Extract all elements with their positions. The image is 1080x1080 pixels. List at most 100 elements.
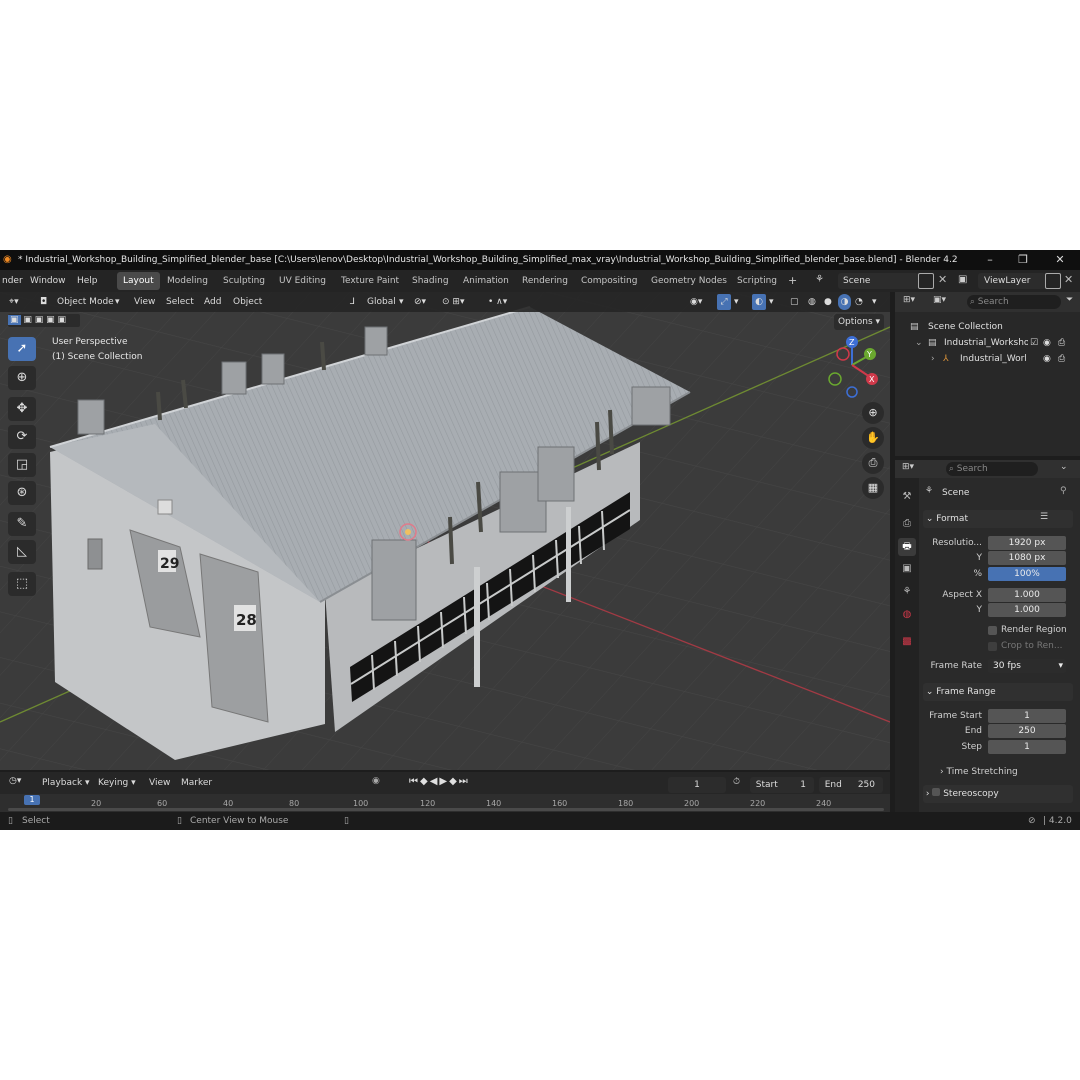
view-layer-tab-icon[interactable]: ▣ [898, 560, 916, 578]
editor-type-icon[interactable]: ⌖▾ [9, 294, 19, 310]
scene-tab-icon[interactable]: ⚘ [898, 583, 916, 601]
resolution-x-field[interactable]: 1920 px [988, 536, 1066, 550]
tool-tab-icon[interactable]: ⚒ [898, 488, 916, 506]
presets-icon[interactable]: ☰ [1040, 512, 1048, 522]
menu-add[interactable]: Add [204, 294, 221, 310]
gizmo-chevron-icon[interactable]: ▾ [734, 294, 739, 310]
timeline-scrollbar[interactable] [8, 808, 884, 811]
snap-icon[interactable]: ⊙ ⊞▾ [442, 294, 464, 310]
view-layer-selector[interactable]: ViewLayer [978, 273, 1046, 289]
aspect-y-field[interactable]: 1.000 [988, 603, 1066, 617]
tab-animation[interactable]: Animation [457, 272, 515, 290]
properties-editor-icon[interactable]: ⊞▾ [902, 462, 914, 472]
menu-view[interactable]: View [134, 294, 155, 310]
add-workspace-button[interactable]: + [782, 272, 803, 290]
orientation-selector[interactable]: Global [367, 294, 396, 310]
frame-range-panel-header[interactable]: ⌄ Frame Range [923, 683, 1073, 701]
menu-select[interactable]: Select [166, 294, 194, 310]
tab-modeling[interactable]: Modeling [161, 272, 214, 290]
overlay-toggle-icon[interactable]: ◐ [752, 294, 766, 310]
add-cube-tool[interactable]: ⬚ [8, 572, 36, 596]
camera-render-icon[interactable]: ⎙ [1058, 352, 1065, 367]
playback-controls-icon[interactable]: ⏮◆◀▶◆⏭ [409, 776, 470, 787]
tab-rendering[interactable]: Rendering [516, 272, 574, 290]
scene-collection-label[interactable]: Scene Collection [928, 320, 1003, 335]
menu-help[interactable]: Help [77, 270, 98, 292]
pivot-icon[interactable]: ⊘▾ [414, 294, 426, 310]
material-shading-icon[interactable]: ◑ [838, 294, 851, 310]
outliner-item-object[interactable]: Industrial_Worl [960, 352, 1028, 367]
resolution-percent-field[interactable]: 100% [988, 567, 1066, 581]
start-frame-field[interactable]: Start 1 [750, 777, 814, 793]
eye-icon[interactable]: ◉ [1043, 336, 1051, 351]
overlay-chevron-icon[interactable]: ▾ [769, 294, 774, 310]
navigation-gizmo[interactable]: Z Y X [822, 332, 884, 398]
outliner-editor-icon[interactable]: ⊞▾ [903, 295, 915, 305]
maximize-button[interactable]: ❐ [1008, 250, 1038, 270]
display-mode-icon[interactable]: ▣▾ [933, 295, 946, 305]
delete-scene-icon[interactable]: ✕ [938, 273, 952, 287]
wireframe-shading-icon[interactable]: ◍ [808, 294, 816, 310]
gizmo-toggle-icon[interactable]: ⤢ [717, 294, 731, 310]
close-button[interactable]: ✕ [1045, 250, 1075, 270]
camera-render-icon[interactable]: ⎙ [1058, 336, 1065, 351]
shading-chevron-icon[interactable]: ▾ [872, 294, 877, 310]
time-stretching-subpanel[interactable]: › Time Stretching [940, 767, 1018, 777]
pan-hand-icon[interactable]: ✋ [862, 427, 884, 449]
exclude-checkbox-icon[interactable]: ☑ [1030, 336, 1038, 351]
annotate-tool[interactable]: ✎ [8, 512, 36, 536]
measure-tool[interactable]: ◺ [8, 540, 36, 564]
options-button[interactable]: Options ▾ [834, 314, 884, 330]
menu-render[interactable]: nder [2, 270, 23, 292]
outliner-item-collection[interactable]: Industrial_Worksho [944, 336, 1028, 351]
rotate-tool[interactable]: ⟳ [8, 425, 36, 449]
frame-rate-selector[interactable]: 30 fps ▾ [988, 659, 1066, 673]
render-region-checkbox[interactable] [988, 626, 997, 635]
pin-icon[interactable]: ⚲ [1060, 486, 1067, 496]
stopwatch-icon[interactable]: ⏱ [733, 777, 740, 787]
scene-selector[interactable]: Scene [838, 273, 919, 289]
tab-sculpting[interactable]: Sculpting [217, 272, 271, 290]
expand-collection-icon[interactable]: ⌄ [915, 336, 923, 351]
visibility-icon[interactable]: ◉▾ [690, 294, 702, 310]
playhead[interactable]: 1 [24, 795, 40, 805]
auto-keying-icon[interactable]: ◉ [372, 776, 380, 786]
tab-uv-editing[interactable]: UV Editing [273, 272, 332, 290]
zoom-icon[interactable]: ⊕ [862, 402, 884, 424]
scale-tool[interactable]: ◲ [8, 453, 36, 477]
eye-icon[interactable]: ◉ [1043, 352, 1051, 367]
select-box-tool[interactable]: ➚ [8, 337, 36, 361]
transform-tool[interactable]: ⊛ [8, 481, 36, 505]
menu-window[interactable]: Window [30, 270, 66, 292]
xray-icon[interactable]: ▢ [790, 294, 799, 310]
texture-tab-icon[interactable]: ▩ [898, 633, 916, 651]
timeline-editor-icon[interactable]: ◷▾ [9, 776, 21, 786]
crop-checkbox[interactable] [988, 642, 997, 651]
solid-shading-icon[interactable]: ● [824, 294, 832, 310]
end-frame-field[interactable]: End 250 [819, 777, 883, 793]
perspective-toggle-icon[interactable]: ▦ [862, 477, 884, 499]
tab-texture-paint[interactable]: Texture Paint [335, 272, 405, 290]
tab-scripting[interactable]: Scripting [731, 272, 783, 290]
menu-marker[interactable]: Marker [181, 778, 212, 788]
aspect-x-field[interactable]: 1.000 [988, 588, 1066, 602]
camera-view-icon[interactable]: ⎙ [862, 452, 884, 474]
frame-start-field[interactable]: 1 [988, 709, 1066, 723]
stereoscopy-panel-header[interactable]: › Stereoscopy [923, 785, 1073, 803]
move-tool[interactable]: ✥ [8, 397, 36, 421]
output-tab-icon[interactable]: 🖶 [898, 538, 916, 556]
mode-selector[interactable]: Object Mode [57, 294, 114, 310]
properties-search-input[interactable]: ⌕ Search [946, 462, 1038, 476]
new-view-layer-icon[interactable] [1045, 273, 1061, 289]
tab-shading[interactable]: Shading [406, 272, 455, 290]
frame-step-field[interactable]: 1 [988, 740, 1066, 754]
rendered-shading-icon[interactable]: ◔ [855, 294, 863, 310]
select-mode-icons[interactable]: ▣ ▣ ▣ ▣ ▣ [8, 314, 80, 327]
tab-geometry-nodes[interactable]: Geometry Nodes [645, 272, 733, 290]
minimize-button[interactable]: – [975, 250, 1005, 270]
menu-playback[interactable]: Playback ▾ [42, 778, 90, 788]
filter-icon[interactable]: ⏷ [1066, 295, 1073, 305]
tab-compositing[interactable]: Compositing [575, 272, 643, 290]
delete-view-layer-icon[interactable]: ✕ [1064, 273, 1073, 286]
3d-viewport[interactable]: 29 28 ⌖▾ ◘ Object Mode ▾ View Select Add… [0, 292, 890, 770]
